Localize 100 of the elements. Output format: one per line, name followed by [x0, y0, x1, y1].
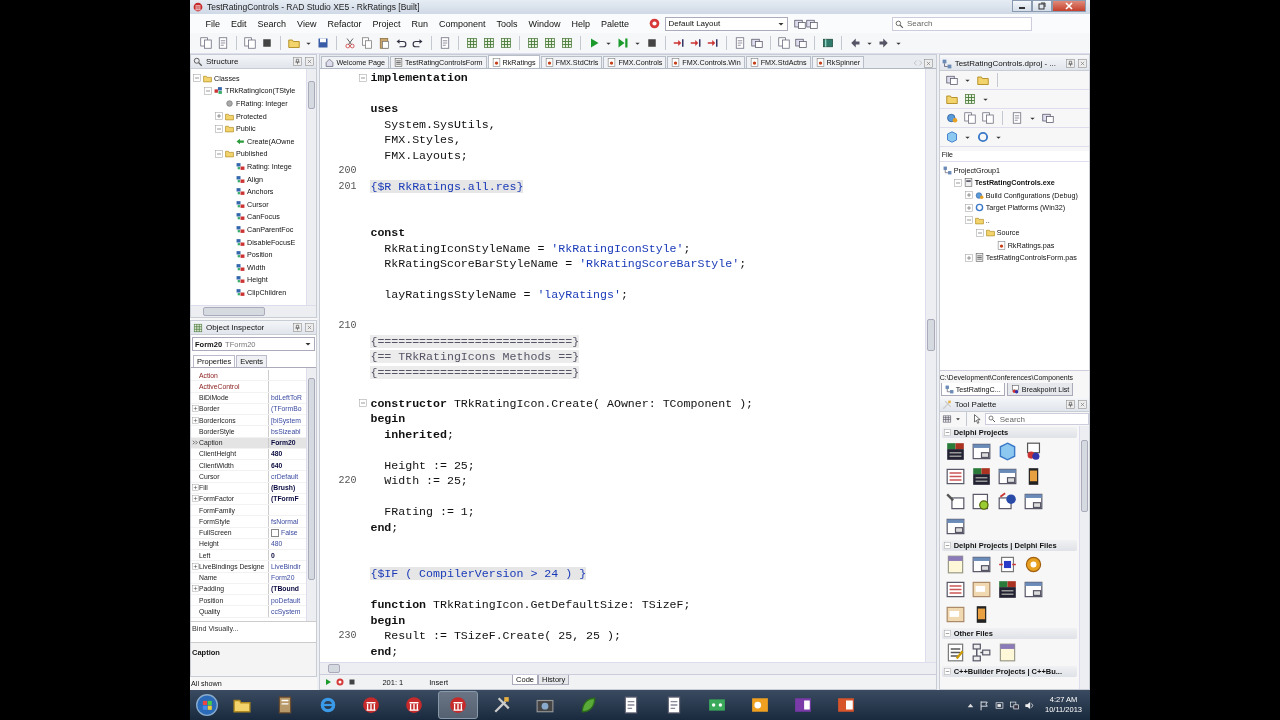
- scrollbar[interactable]: [306, 69, 317, 305]
- diagram-icon[interactable]: [971, 643, 991, 662]
- scrollbar[interactable]: [924, 69, 936, 662]
- arrow-icon[interactable]: [673, 37, 685, 49]
- expander-icon[interactable]: [191, 416, 199, 424]
- layout-icon[interactable]: [751, 37, 763, 49]
- menu-item[interactable]: Refactor: [321, 18, 367, 29]
- expander-icon[interactable]: [191, 484, 199, 492]
- window-icon[interactable]: [971, 555, 991, 574]
- clipboard-icon[interactable]: [378, 37, 390, 49]
- globe-window-icon[interactable]: [997, 492, 1017, 511]
- network-icon[interactable]: [1009, 699, 1020, 711]
- menu-item[interactable]: Help: [566, 18, 596, 29]
- list-icon[interactable]: [945, 467, 965, 486]
- document-icon[interactable]: [217, 37, 229, 49]
- menu-item[interactable]: Run: [405, 18, 434, 29]
- pin-icon[interactable]: [293, 57, 303, 66]
- grid-icon[interactable]: [500, 37, 512, 49]
- back-arrow-icon[interactable]: [849, 37, 861, 49]
- stop-icon[interactable]: [646, 37, 658, 49]
- checkbox[interactable]: [271, 528, 279, 537]
- scrollbar[interactable]: [191, 305, 317, 317]
- image-window-icon[interactable]: [945, 605, 965, 624]
- expander-icon[interactable]: [964, 253, 973, 262]
- expander-icon[interactable]: [191, 562, 199, 570]
- scrollbar[interactable]: [306, 368, 317, 621]
- layout-icon[interactable]: [793, 17, 806, 30]
- menu-item[interactable]: Project: [366, 18, 406, 29]
- arrow-icon[interactable]: [690, 37, 702, 49]
- window-icon[interactable]: [945, 517, 965, 536]
- pin-icon[interactable]: [1066, 59, 1075, 68]
- form-icon[interactable]: [997, 580, 1017, 599]
- expander-icon[interactable]: [191, 405, 199, 413]
- gear-window-icon[interactable]: [971, 492, 991, 511]
- gear-icon[interactable]: [945, 112, 958, 124]
- window-icon[interactable]: [1023, 492, 1043, 511]
- menu-item[interactable]: Window: [523, 18, 567, 29]
- pin-icon[interactable]: [1066, 400, 1075, 409]
- copy-icon[interactable]: [361, 37, 373, 49]
- expander-icon[interactable]: [191, 495, 199, 503]
- start-button[interactable]: [196, 694, 218, 716]
- book-icon[interactable]: [822, 37, 834, 49]
- notepad-icon[interactable]: [945, 643, 965, 662]
- cube-icon[interactable]: [945, 131, 958, 143]
- folder-icon[interactable]: [945, 93, 958, 105]
- folder-icon[interactable]: [288, 37, 300, 49]
- search-field[interactable]: Search: [892, 16, 1032, 31]
- layout-dropdown[interactable]: Default Layout: [664, 16, 788, 31]
- documents-icon[interactable]: [981, 112, 994, 124]
- documents-icon[interactable]: [963, 112, 976, 124]
- stop-icon[interactable]: [348, 678, 357, 686]
- play-icon[interactable]: [324, 678, 333, 686]
- document-icon[interactable]: [1010, 112, 1023, 124]
- window-icon[interactable]: [971, 442, 991, 461]
- square-icon[interactable]: [261, 37, 273, 49]
- documents-icon[interactable]: [778, 37, 790, 49]
- documents-icon[interactable]: [244, 37, 256, 49]
- palette-grid-icon[interactable]: [941, 414, 952, 424]
- redo-icon[interactable]: [412, 37, 424, 49]
- cube-icon[interactable]: [997, 442, 1017, 461]
- undo-icon[interactable]: [395, 37, 407, 49]
- grid-icon[interactable]: [963, 93, 976, 105]
- maximize-button[interactable]: [1032, 0, 1052, 12]
- caret-icon[interactable]: [954, 416, 961, 422]
- grid-icon[interactable]: [466, 37, 478, 49]
- expander-icon[interactable]: [215, 112, 223, 121]
- xml-file-icon[interactable]: [945, 555, 965, 574]
- wrench-window-icon[interactable]: [945, 492, 965, 511]
- menu-item[interactable]: Search: [252, 18, 292, 29]
- menu-item[interactable]: View: [291, 18, 322, 29]
- play-icon[interactable]: [588, 37, 600, 49]
- pointer-icon[interactable]: [971, 414, 982, 424]
- expander-icon[interactable]: [964, 191, 973, 200]
- form-icon[interactable]: [971, 467, 991, 486]
- close-icon[interactable]: [305, 57, 315, 66]
- menu-item[interactable]: File: [200, 18, 226, 29]
- menu-item[interactable]: Edit: [225, 18, 253, 29]
- pin-icon[interactable]: [293, 323, 303, 332]
- scrollbar[interactable]: [320, 662, 936, 674]
- document-icon[interactable]: [439, 37, 451, 49]
- chip-icon[interactable]: [997, 555, 1017, 574]
- gear-icon[interactable]: [1023, 555, 1043, 574]
- form-icon[interactable]: [945, 442, 965, 461]
- scissors-icon[interactable]: [344, 37, 356, 49]
- expander-icon[interactable]: [964, 203, 973, 212]
- grid-icon[interactable]: [544, 37, 556, 49]
- record-icon[interactable]: [648, 18, 660, 29]
- close-icon[interactable]: [305, 323, 315, 332]
- folder-icon[interactable]: [976, 74, 989, 86]
- search-field[interactable]: Search: [984, 413, 1089, 425]
- menu-item[interactable]: Component: [433, 18, 491, 29]
- window-icon[interactable]: [1023, 580, 1043, 599]
- grid-icon[interactable]: [527, 37, 539, 49]
- menu-item[interactable]: Tools: [491, 18, 523, 29]
- image-window-icon[interactable]: [971, 580, 991, 599]
- minimize-button[interactable]: [1012, 0, 1032, 12]
- close-button[interactable]: [1052, 0, 1086, 12]
- play-pause-icon[interactable]: [617, 37, 629, 49]
- list-icon[interactable]: [945, 580, 965, 599]
- scrollbar[interactable]: [1079, 426, 1089, 689]
